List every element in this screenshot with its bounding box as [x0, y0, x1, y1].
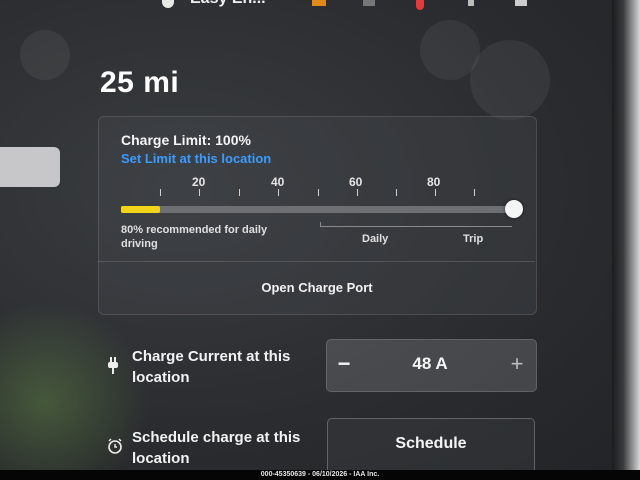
daily-trip-divider — [320, 226, 512, 227]
slider-tick-label: 20 — [192, 175, 206, 189]
slider-tick-label: 60 — [349, 175, 363, 189]
trip-label: Trip — [463, 233, 484, 245]
decrease-current-button[interactable]: − — [334, 352, 354, 376]
slider-tick — [474, 189, 475, 196]
current-charge-fill — [121, 206, 160, 213]
slider-tick-label: 40 — [271, 175, 285, 189]
slider-tick-label: 80 — [427, 175, 441, 189]
daily-range-cap — [320, 222, 321, 227]
range-readout: 25 mi — [100, 66, 180, 99]
glare-blob — [20, 30, 70, 80]
image-watermark: 000-45350639 - 06/10/2026 - IAA Inc. — [0, 470, 640, 480]
set-limit-link[interactable]: Set Limit at this location — [121, 151, 271, 166]
slider-tick — [278, 189, 279, 196]
slider-tick — [318, 189, 319, 196]
signal-icon — [515, 0, 527, 6]
glare-blob — [470, 40, 550, 120]
slider-tick — [239, 189, 240, 196]
display-bezel — [612, 0, 640, 480]
side-panel-tab[interactable] — [0, 147, 60, 187]
slider-tick — [160, 189, 161, 196]
location-pin-icon — [416, 0, 424, 10]
charging-icon — [312, 0, 326, 6]
charge-limit-slider-track[interactable] — [121, 206, 514, 213]
daily-label: Daily — [362, 233, 389, 245]
slider-tick — [435, 189, 436, 196]
daily-recommendation-hint: 80% recommended for daily driving — [121, 224, 268, 250]
slider-tick — [199, 189, 200, 196]
slider-tick — [396, 189, 397, 196]
schedule-charge-label: Schedule charge at this location — [132, 429, 301, 467]
plug-icon — [108, 357, 118, 374]
square-icon — [363, 0, 375, 6]
schedule-button[interactable]: Schedule — [327, 418, 535, 478]
slider-tick — [357, 189, 358, 196]
charge-current-value: 48 A — [412, 354, 448, 373]
alarm-clock-icon — [108, 438, 122, 454]
charge-limit-slider-handle[interactable] — [505, 200, 523, 218]
status-bar: Easy En... — [0, 0, 612, 12]
bluetooth-icon — [468, 0, 474, 6]
profile-name[interactable]: Easy En... — [190, 0, 266, 8]
profile-icon[interactable] — [162, 0, 174, 8]
charge-limit-title: Charge Limit: 100% — [121, 132, 251, 148]
screen-glare — [0, 300, 150, 470]
charge-current-label: Charge Current at this location — [132, 348, 291, 386]
increase-current-button[interactable]: + — [505, 351, 529, 377]
open-charge-port-button[interactable]: Open Charge Port — [99, 262, 535, 312]
